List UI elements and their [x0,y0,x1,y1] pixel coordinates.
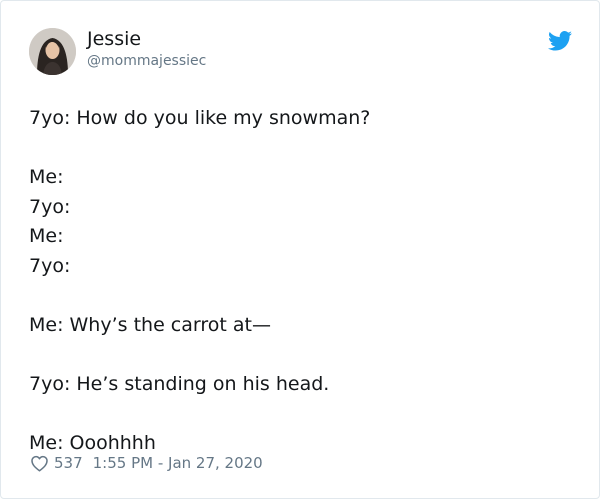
tweet-text: 7yo: How do you like my snowman? Me: 7yo… [29,104,579,458]
author-display-name[interactable]: Jessie [87,27,141,51]
tweet-line: 7yo: [29,254,71,277]
tweet-footer: 537 1:55 PM - Jan 27, 2020 [30,453,263,473]
tweet-line: Me: [29,166,64,188]
tweet-line: 7yo: He’s standing on his head. [29,372,330,395]
author-handle[interactable]: @mommajessiec [87,52,206,70]
avatar[interactable] [29,28,76,75]
tweet-timestamp[interactable]: 1:55 PM - Jan 27, 2020 [93,454,263,472]
tweet-card: Jessie @mommajessiec 7yo: How do you lik… [0,0,600,499]
like-count[interactable]: 537 [54,454,83,472]
avatar-photo [29,28,76,75]
twitter-bird-icon[interactable] [548,31,572,51]
tweet-line: 7yo: How do you like my snowman? [29,107,371,129]
heart-outline-icon[interactable] [30,454,49,473]
tweet-line: Me: [29,225,64,247]
tweet-line: Me: Why’s the carrot at— [29,313,271,336]
tweet-line: 7yo: [29,195,71,218]
